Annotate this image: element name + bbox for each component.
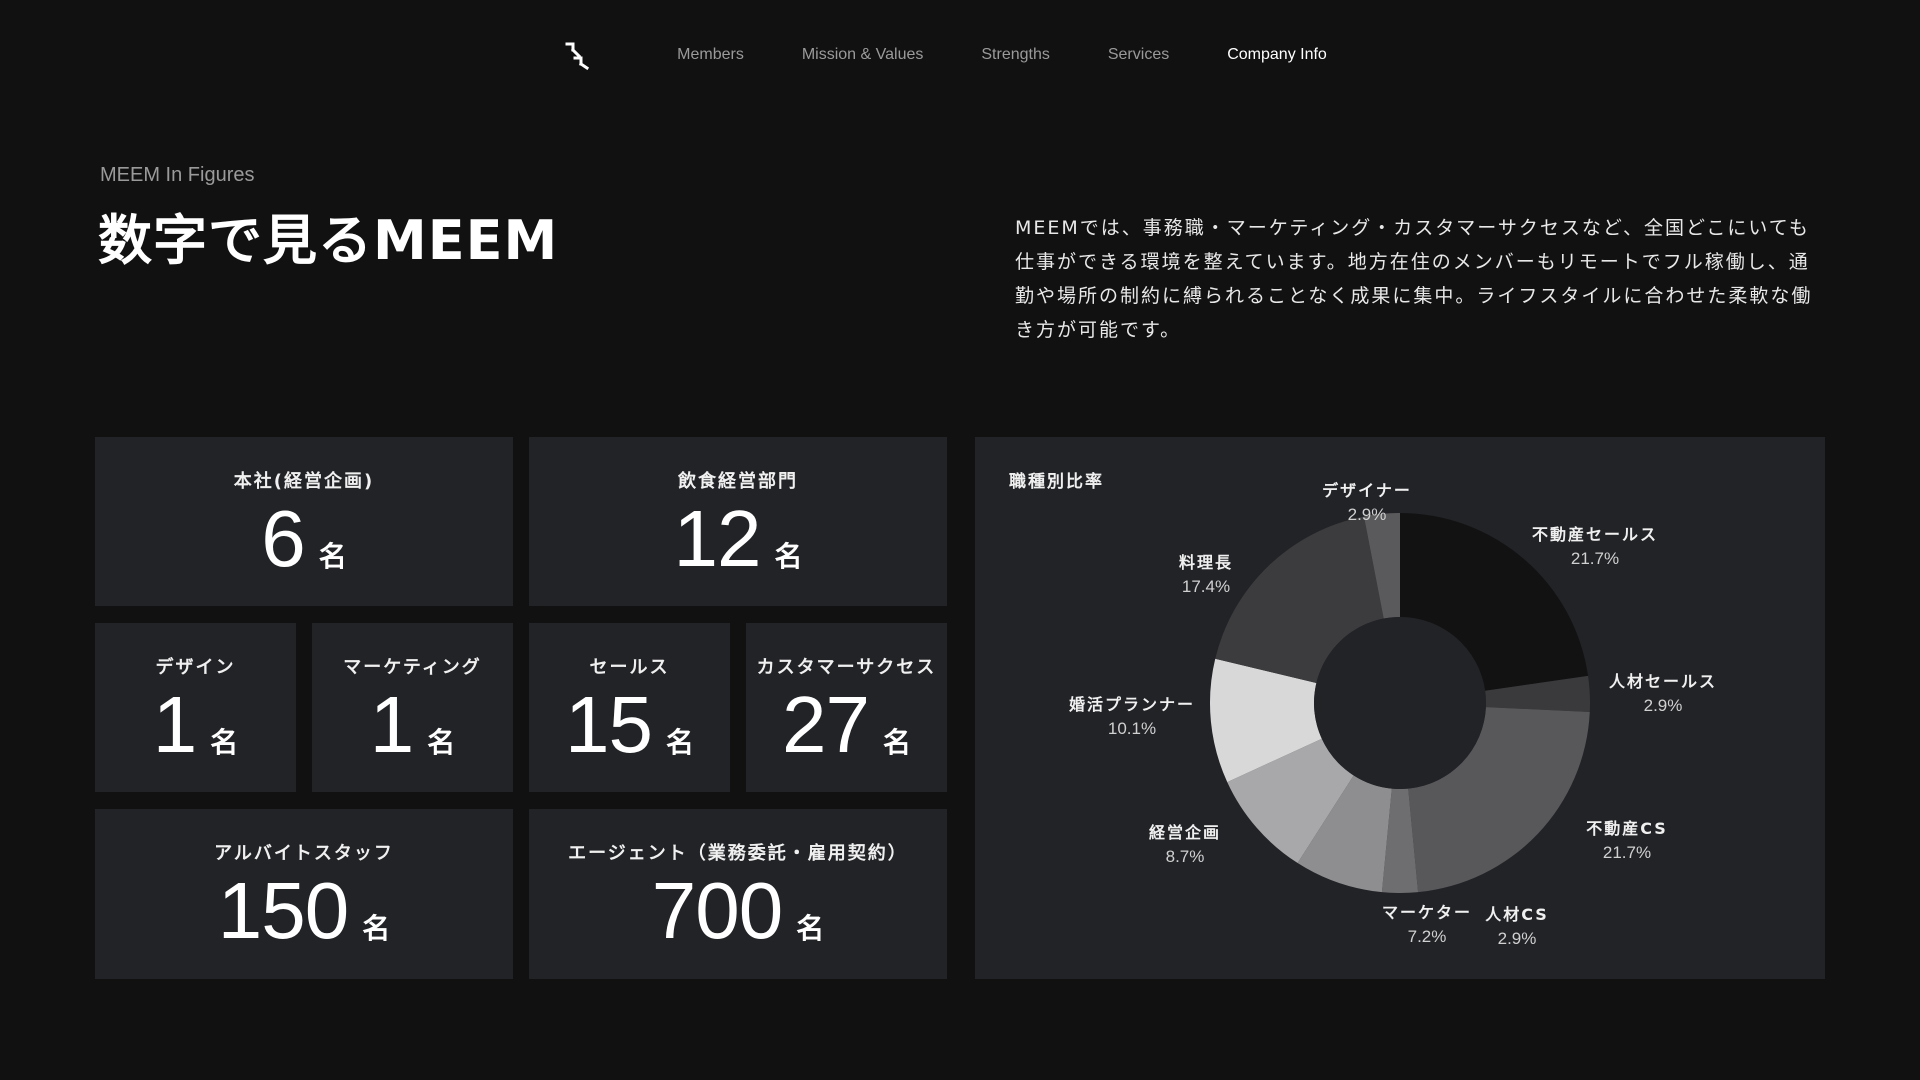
meem-logo-icon[interactable] xyxy=(564,40,590,70)
stat-label: マーケティング xyxy=(343,657,482,678)
stat-unit: 名 xyxy=(362,912,391,945)
slice-label-name: マーケター xyxy=(1381,903,1473,922)
stat-card-agent: エージェント（業務委託・雇用契約） 700 名 xyxy=(529,809,947,979)
role-ratio-chart-panel: 職種別比率 不動産セールス 21.7% 人材セールス 2.9% 不動産CS 21.7% 人材… xyxy=(975,437,1825,979)
slice-label: 人材セールス 2.9% xyxy=(1609,668,1717,716)
stat-value: 150 xyxy=(217,866,349,955)
slice-label: 婚活プランナー 10.1% xyxy=(1069,691,1195,739)
nav-item-strengths[interactable]: Strengths xyxy=(981,46,1049,64)
slice-label-percent: 10.1% xyxy=(1107,719,1157,738)
slice-label-percent: 2.9% xyxy=(1347,505,1387,524)
slice-label-name: 人材CS xyxy=(1485,905,1549,924)
slice-label: マーケター 7.2% xyxy=(1382,899,1472,947)
stat-unit: 名 xyxy=(882,726,911,759)
stat-value: 1 xyxy=(369,680,414,769)
stat-value: 700 xyxy=(651,866,783,955)
nav-item-services[interactable]: Services xyxy=(1108,46,1169,64)
nav-item-company-info[interactable]: Company Info xyxy=(1227,46,1327,64)
slice-label-percent: 2.9% xyxy=(1497,929,1537,948)
slice-label: 経営企画 8.7% xyxy=(1149,819,1221,867)
slice-label-name: 経営企画 xyxy=(1148,823,1222,842)
page-title: 数字で見るMEEM xyxy=(98,209,559,272)
stat-card-inshoku: 飲食経営部門 12 名 xyxy=(529,437,947,606)
stat-label: カスタマーサクセス xyxy=(756,657,937,678)
slice-label-percent: 21.7% xyxy=(1570,549,1620,568)
stat-value: 12 xyxy=(673,494,762,583)
stat-card-sales: セールス 15 名 xyxy=(529,623,730,792)
stat-label: エージェント（業務委託・雇用契約） xyxy=(568,843,908,864)
donut-hole xyxy=(1314,617,1486,789)
stat-card-customer-success: カスタマーサクセス 27 名 xyxy=(746,623,947,792)
stat-value: 1 xyxy=(152,680,197,769)
slice-label-name: 不動産セールス xyxy=(1531,525,1659,544)
slice-label-name: 不動産CS xyxy=(1586,819,1668,838)
stat-card-honsha: 本社(経営企画) 6 名 xyxy=(95,437,513,606)
section-eyebrow: MEEM In Figures xyxy=(100,164,255,186)
stat-label: 本社(経営企画) xyxy=(233,471,375,492)
slice-label-percent: 17.4% xyxy=(1181,577,1231,596)
stat-value: 27 xyxy=(782,680,870,769)
slice-label: デザイナー 2.9% xyxy=(1322,477,1412,525)
stat-unit: 名 xyxy=(318,540,347,573)
stat-card-design: デザイン 1 名 xyxy=(95,623,296,792)
slice-label: 不動産セールス 21.7% xyxy=(1532,521,1658,569)
stat-unit: 名 xyxy=(210,726,239,759)
slice-label-name: デザイナー xyxy=(1322,481,1412,500)
slice-label-percent: 21.7% xyxy=(1602,843,1652,862)
slice-label: 人材CS 2.9% xyxy=(1485,901,1549,949)
slice-label: 不動産CS 21.7% xyxy=(1586,815,1668,863)
stat-label: 飲食経営部門 xyxy=(678,471,798,492)
slice-label-percent: 7.2% xyxy=(1407,927,1447,946)
slice-label-name: 婚活プランナー xyxy=(1068,695,1196,714)
stat-label: デザイン xyxy=(155,657,236,678)
nav-item-members[interactable]: Members xyxy=(677,46,744,64)
stat-card-arubaito: アルバイトスタッフ 150 名 xyxy=(95,809,513,979)
slice-label-percent: 2.9% xyxy=(1643,696,1683,715)
nav-item-mission-values[interactable]: Mission & Values xyxy=(802,46,924,64)
stat-label: セールス xyxy=(589,657,670,678)
stat-unit: 名 xyxy=(665,726,694,759)
top-navigation: Members Mission & Values Strengths Servi… xyxy=(0,0,1920,110)
stat-unit: 名 xyxy=(796,912,825,945)
stat-unit: 名 xyxy=(427,726,456,759)
slice-label-percent: 8.7% xyxy=(1165,847,1205,866)
stat-unit: 名 xyxy=(774,540,803,573)
slice-label-name: 料理長 xyxy=(1178,553,1234,572)
slice-label-name: 人材セールス xyxy=(1608,672,1718,691)
stat-card-marketing: マーケティング 1 名 xyxy=(312,623,513,792)
intro-paragraph: MEEMでは、事務職・マーケティング・カスタマーサクセスなど、全国どこにいても仕… xyxy=(1015,217,1813,341)
stat-value: 6 xyxy=(261,494,305,583)
stat-label: アルバイトスタッフ xyxy=(214,843,394,864)
slice-label: 料理長 17.4% xyxy=(1179,549,1233,597)
stat-value: 15 xyxy=(565,680,653,769)
